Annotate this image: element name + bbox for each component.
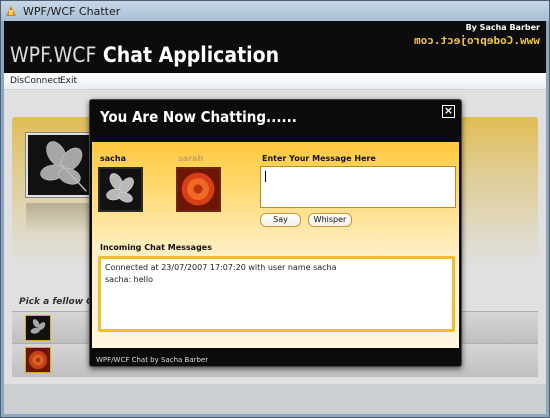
other-avatar bbox=[176, 167, 221, 212]
chat-message: sacha: hello bbox=[105, 275, 154, 284]
other-user-name: sarah bbox=[178, 154, 204, 163]
window-title: WPF/WCF Chatter bbox=[23, 4, 121, 18]
chat-dialog: You Are Now Chatting...... × sacha sarah bbox=[89, 99, 462, 367]
my-avatar bbox=[98, 167, 143, 212]
app-flame-icon bbox=[5, 5, 18, 18]
app-title: WPF.WCF Chat Application bbox=[10, 43, 279, 67]
message-label: Enter Your Message Here bbox=[262, 154, 376, 163]
window-titlebar[interactable]: WPF/WCF Chatter bbox=[1, 1, 549, 21]
menu-bar: DisConnect Exit bbox=[4, 73, 546, 90]
incoming-messages-box[interactable]: Connected at 23/07/2007 17:07:20 with us… bbox=[98, 256, 455, 332]
leaf-image bbox=[100, 169, 141, 210]
chat-message: Connected at 23/07/2007 17:07:20 with us… bbox=[105, 263, 337, 272]
flower-image bbox=[178, 169, 219, 210]
whisper-button[interactable]: Whisper bbox=[308, 213, 352, 227]
app-header: WPF.WCF Chat Application By Sacha Barber… bbox=[4, 21, 546, 73]
dialog-footer: WPF/WCF Chat by Sacha Barber bbox=[96, 356, 209, 364]
my-user-name: sacha bbox=[100, 154, 126, 163]
app-title-main: Chat Application bbox=[102, 43, 280, 67]
menu-exit[interactable]: Exit bbox=[60, 76, 77, 86]
message-input[interactable] bbox=[260, 166, 456, 208]
author-byline: By Sacha Barber bbox=[465, 23, 540, 32]
site-link: www.Codeproject.com bbox=[414, 34, 540, 47]
dialog-title: You Are Now Chatting...... bbox=[100, 108, 297, 126]
app-window: WPF/WCF Chatter WPF.WCF Chat Application… bbox=[0, 0, 550, 418]
app-title-prefix: WPF.WCF bbox=[10, 43, 97, 67]
menu-disconnect[interactable]: DisConnect bbox=[10, 76, 61, 86]
dialog-body: sacha sarah Enter Your Message Here Say … bbox=[92, 142, 459, 348]
incoming-messages-label: Incoming Chat Messages bbox=[100, 243, 212, 252]
close-icon[interactable]: × bbox=[442, 105, 455, 118]
say-button[interactable]: Say bbox=[260, 213, 301, 227]
